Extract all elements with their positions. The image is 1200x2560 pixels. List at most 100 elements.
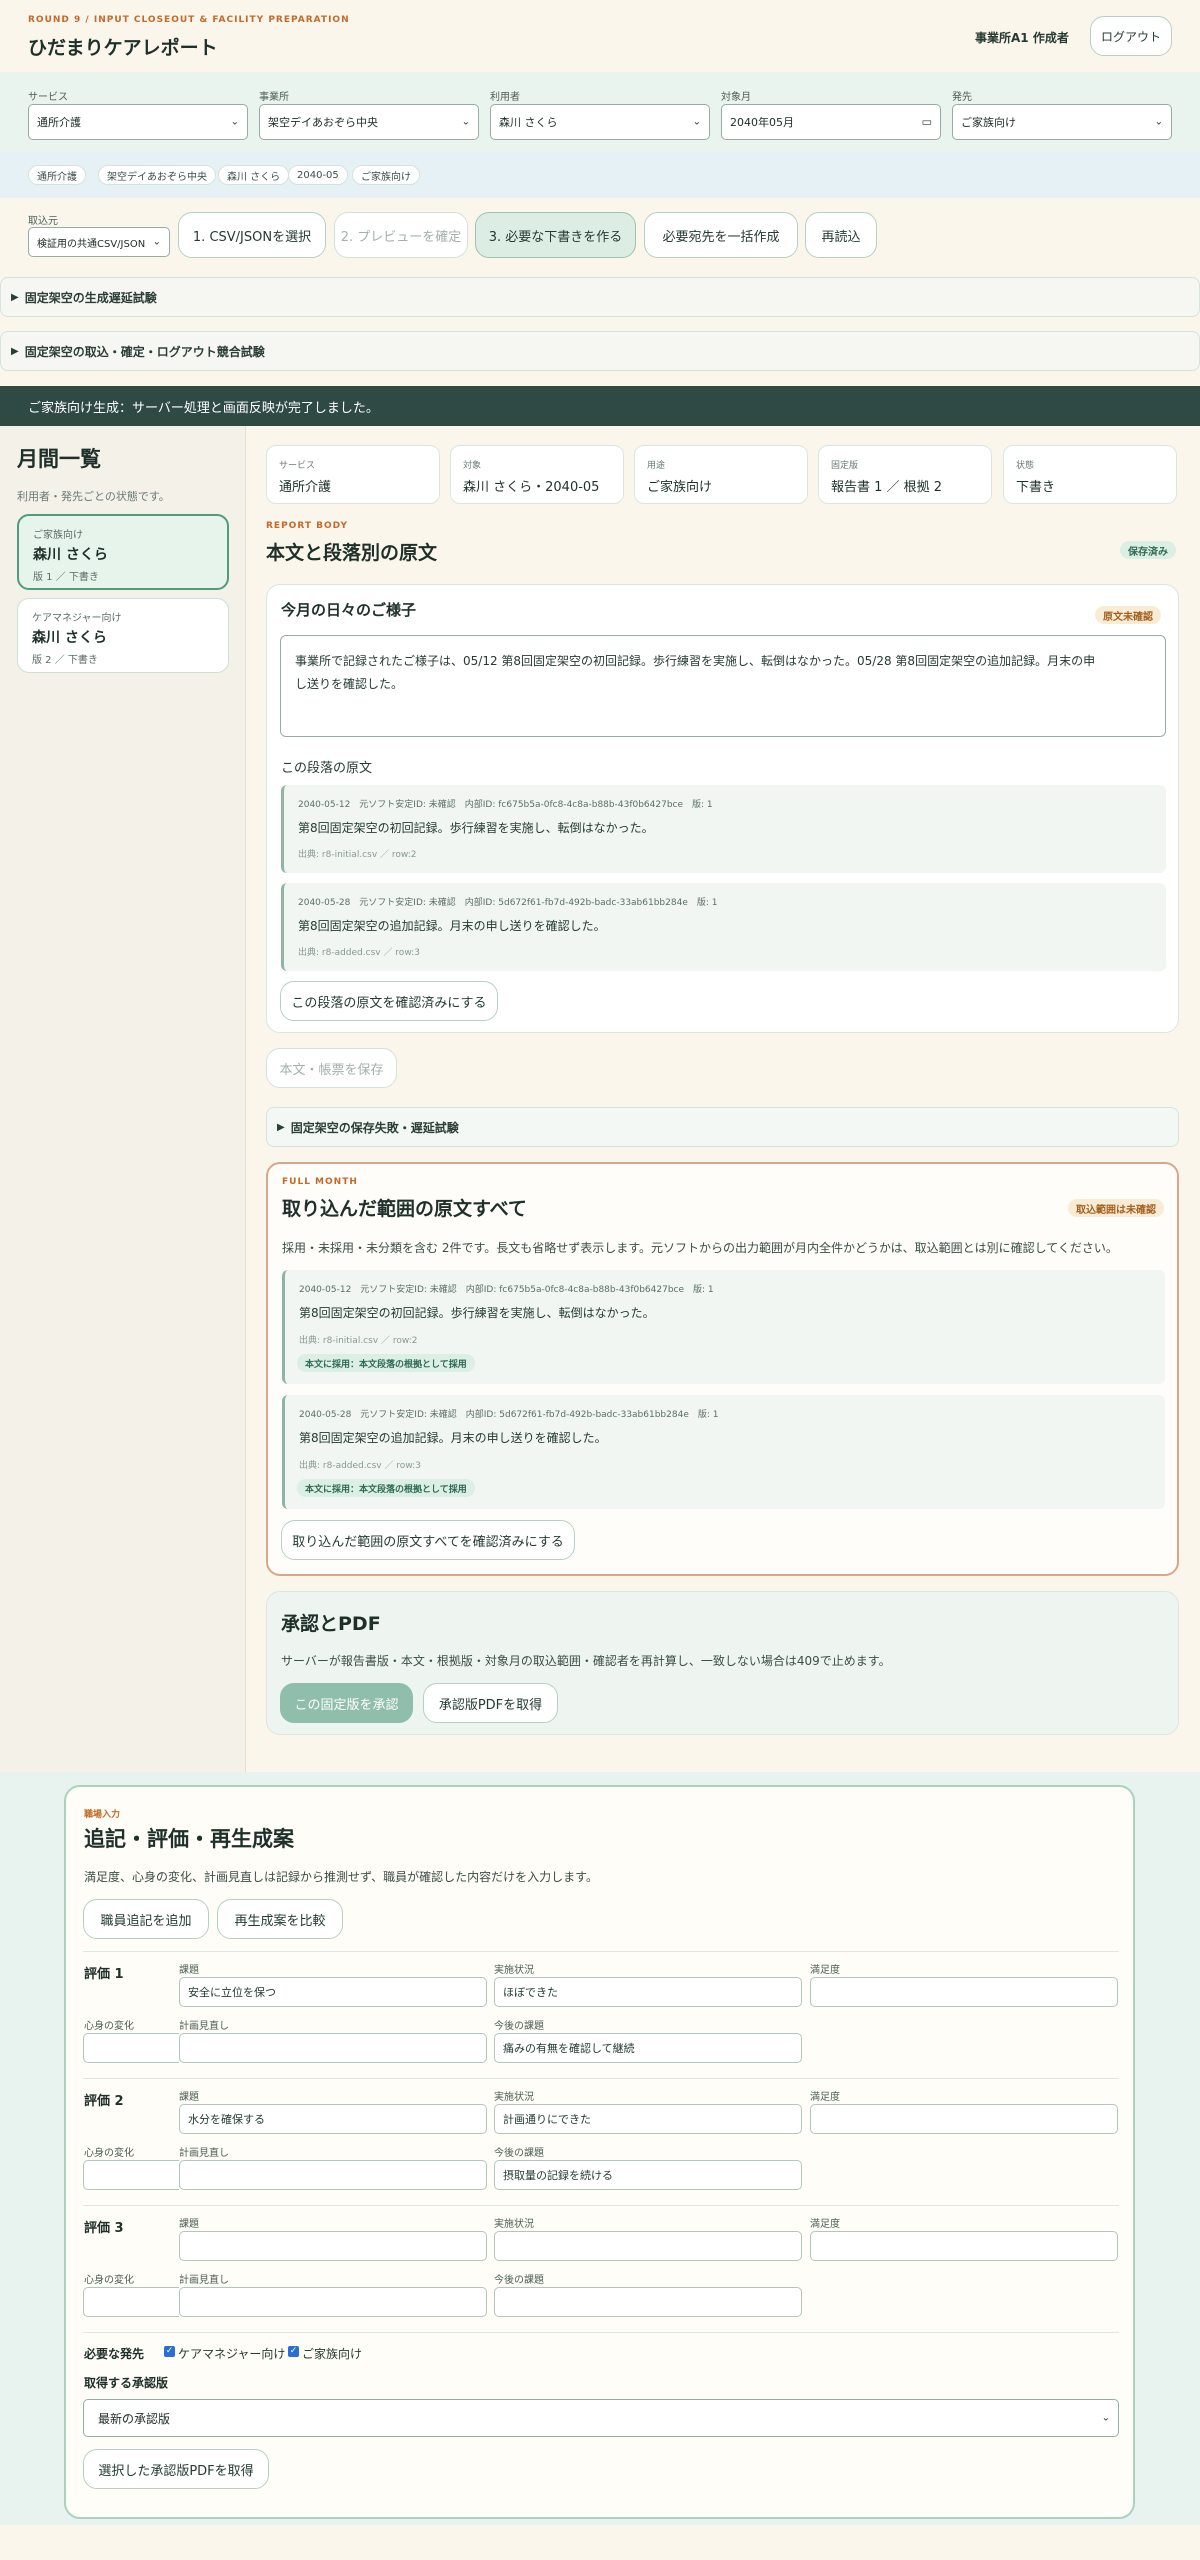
status-input[interactable]: 計画通りにできた (494, 2104, 802, 2134)
required-recipients-label: 必要な発先 (84, 2347, 145, 2361)
next-label: 今後の課題 (494, 2021, 544, 2032)
checkbox-caremanager[interactable]: ✓ (164, 2346, 175, 2357)
satisfaction-label: 満足度 (810, 2219, 840, 2230)
triangle-right-icon: ▶ (277, 1121, 285, 1133)
confirm-preview-button[interactable]: 2. プレビューを確定 (334, 212, 468, 258)
change-input[interactable] (83, 2033, 179, 2063)
logout-button[interactable]: ログアウト (1090, 16, 1172, 56)
change-label: 心身の変化 (84, 2021, 134, 2032)
status-label: 実施状況 (494, 2092, 534, 2103)
round-label: ROUND 9 / INPUT CLOSEOUT & FACILITY PREP… (28, 15, 350, 25)
confirm-paragraph-sources-button[interactable]: この段落の原文を確認済みにする (280, 981, 498, 1021)
select-file-button[interactable]: 1. CSV/JSONを選択 (178, 212, 326, 258)
plan-input[interactable] (179, 2160, 487, 2190)
change-input[interactable] (83, 2160, 179, 2190)
client-select[interactable]: 森川 さくら ⌄ (490, 104, 710, 140)
issue-input[interactable]: 安全に立位を保つ (179, 1977, 487, 2007)
status-label: 実施状況 (494, 2219, 534, 2230)
source-item: 2040-05-28 元ソフト安定ID: 未確認 内部ID: 5d672f61-… (281, 883, 1166, 971)
chip-month: 2040-05 (288, 165, 348, 185)
paragraph-status-badge: 原文未確認 (1095, 606, 1161, 624)
reload-button[interactable]: 再読込 (805, 212, 877, 258)
version-select[interactable]: 最新の承認版 ⌄ (83, 2399, 1119, 2437)
issue-input[interactable]: 水分を確保する (179, 2104, 487, 2134)
facility-select[interactable]: 架空デイあおぞら中央 ⌄ (259, 104, 479, 140)
eval-divider (83, 1951, 1119, 1952)
month-value: 2040年05月 (730, 116, 794, 129)
get-selected-pdf-button[interactable]: 選択した承認版PDFを取得 (83, 2449, 269, 2489)
source-meta: 2040-05-28 元ソフト安定ID: 未確認 内部ID: 5d672f61-… (298, 898, 718, 908)
chevron-down-icon: ⌄ (230, 116, 239, 128)
info-label: 状態 (1016, 461, 1035, 471)
save-failure-test-details[interactable]: ▶ 固定架空の保存失敗・遅延試験 (266, 1107, 1179, 1147)
issue-label: 課題 (179, 2092, 199, 2103)
sidebar-item-name: 森川 さくら (33, 547, 108, 563)
status-banner: ご家族向け生成：サーバー処理と画面反映が完了しました。 (0, 386, 1200, 426)
report-title: 本文と段落別の原文 (266, 542, 438, 564)
approve-button[interactable]: この固定版を承認 (280, 1683, 413, 1723)
delay-test-details[interactable]: ▶ 固定架空の生成遅延試験 (0, 277, 1200, 317)
full-month-title: 取り込んだ範囲の原文すべて (282, 1198, 527, 1220)
source-file: 出典: r8-initial.csv ／ row:2 (299, 1336, 418, 1346)
issue-input[interactable] (179, 2231, 487, 2261)
info-label: 用途 (647, 461, 666, 471)
field-input-desc: 満足度、心身の変化、計画見直しは記録から推測せず、職員が確認した内容だけを入力し… (84, 1870, 598, 1884)
chip-client: 森川 さくら (218, 165, 290, 185)
confirm-all-sources-button[interactable]: 取り込んだ範囲の原文すべてを確認済みにする (281, 1520, 575, 1560)
plan-label: 計画見直し (179, 2148, 229, 2159)
info-label: 固定版 (831, 461, 859, 471)
full-month-status-badge: 取込範囲は未確認 (1068, 1199, 1164, 1217)
sidebar-item-caremanager[interactable]: ケアマネジャー向け 森川 さくら 版 2 ／ 下書き (17, 598, 229, 673)
field-input-card: 職場入力 追記・評価・再生成案 満足度、心身の変化、計画見直しは記録から推測せず… (64, 1785, 1135, 2519)
next-input[interactable] (494, 2287, 802, 2317)
satisfaction-input[interactable] (810, 2231, 1118, 2261)
paragraph-body-textarea[interactable]: 事業所で記録されたご様子は、05/12 第8回固定架空の初回記録。歩行練習を実施… (280, 635, 1166, 737)
month-input[interactable]: 2040年05月 ▭ (721, 104, 941, 140)
bulk-create-button[interactable]: 必要宛先を一括作成 (644, 212, 798, 258)
save-report-button[interactable]: 本文・帳票を保存 (266, 1048, 397, 1088)
import-source-label: 取込元 (28, 216, 58, 227)
paragraph-title: 今月の日々のご様子 (281, 601, 417, 619)
status-input[interactable]: ほぼできた (494, 1977, 802, 2007)
version-label: 取得する承認版 (84, 2376, 169, 2390)
plan-input[interactable] (179, 2033, 487, 2063)
status-input[interactable] (494, 2231, 802, 2261)
issue-label: 課題 (179, 2219, 199, 2230)
sidebar-item-family[interactable]: ご家族向け 森川 さくら 版 1 ／ 下書き (17, 514, 229, 590)
full-month-kicker: FULL MONTH (282, 1177, 358, 1187)
add-staff-note-button[interactable]: 職員追記を追加 (83, 1899, 209, 1939)
compare-regen-button[interactable]: 再生成案を比較 (217, 1899, 343, 1939)
checkbox-family[interactable]: ✓ (288, 2346, 299, 2357)
satisfaction-input[interactable] (810, 1977, 1118, 2007)
full-month-source-item: 2040-05-28 元ソフト安定ID: 未確認 内部ID: 5d672f61-… (282, 1395, 1165, 1509)
source-item: 2040-05-12 元ソフト安定ID: 未確認 内部ID: fc675b5a-… (281, 785, 1166, 873)
satisfaction-input[interactable] (810, 2104, 1118, 2134)
import-source-select[interactable]: 検証用の共通CSV/JSON ⌄ (28, 227, 170, 257)
plan-label: 計画見直し (179, 2021, 229, 2032)
sidebar-item-name: 森川 さくら (32, 630, 107, 646)
triangle-right-icon: ▶ (11, 291, 19, 303)
facility-value: 架空デイあおぞら中央 (268, 116, 378, 129)
service-select[interactable]: 通所介護 ⌄ (28, 104, 248, 140)
create-drafts-button[interactable]: 3. 必要な下書きを作る (475, 212, 636, 258)
change-input[interactable] (83, 2287, 179, 2317)
calendar-icon[interactable]: ▭ (922, 116, 932, 129)
sidebar-item-type: ご家族向け (33, 530, 83, 541)
app-title: ひだまりケアレポート (28, 37, 218, 59)
source-text: 第8回固定架空の初回記録。歩行練習を実施し、転倒はなかった。 (298, 821, 654, 835)
next-label: 今後の課題 (494, 2275, 544, 2286)
next-input[interactable]: 痛みの有無を確認して継続 (494, 2033, 802, 2063)
sources-title: この段落の原文 (281, 761, 373, 776)
conflict-test-details[interactable]: ▶ 固定架空の取込・確定・ログアウト競合試験 (0, 331, 1200, 371)
recipient-select[interactable]: ご家族向け ⌄ (952, 104, 1172, 140)
get-approved-pdf-button[interactable]: 承認版PDFを取得 (423, 1683, 558, 1723)
user-label: 事業所A1 作成者 (975, 31, 1069, 45)
details-label: 固定架空の生成遅延試験 (24, 290, 157, 305)
source-meta: 2040-05-12 元ソフト安定ID: 未確認 内部ID: fc675b5a-… (299, 1285, 714, 1295)
import-source-value: 検証用の共通CSV/JSON (37, 238, 146, 250)
issue-label: 課題 (179, 1965, 199, 1976)
plan-input[interactable] (179, 2287, 487, 2317)
next-input[interactable]: 摂取量の記録を続ける (494, 2160, 802, 2190)
facility-label: 事業所 (259, 92, 289, 103)
eval-title: 評価 3 (84, 2221, 124, 2236)
